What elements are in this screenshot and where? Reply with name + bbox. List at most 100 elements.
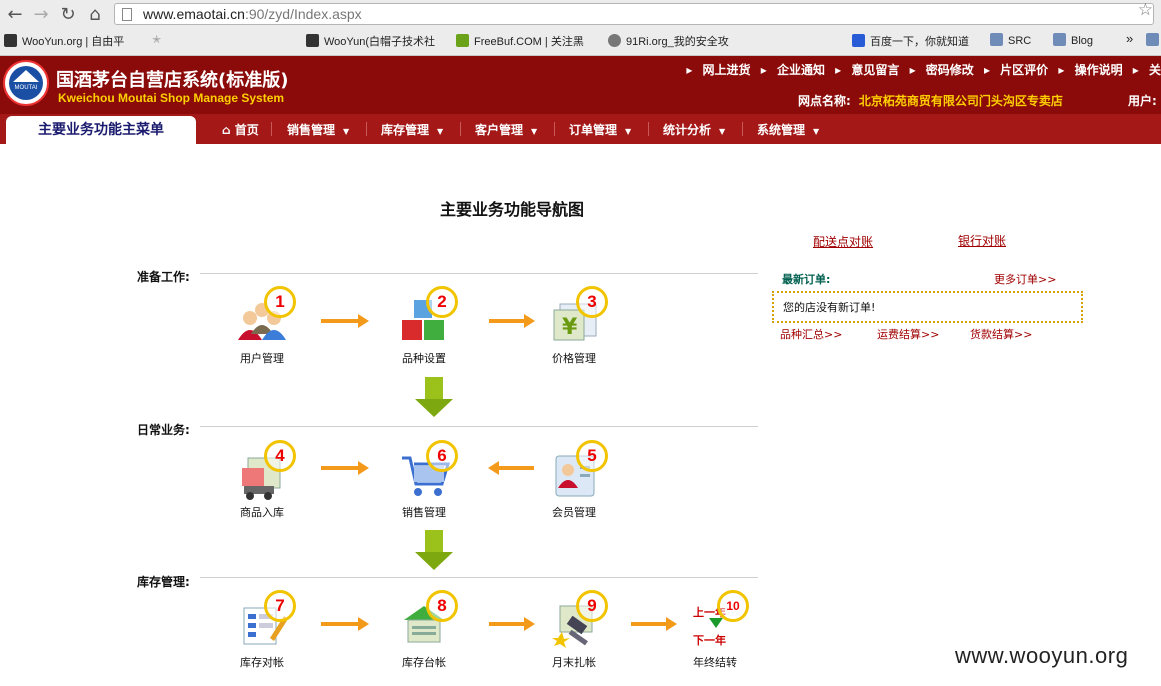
node-user-management[interactable]: 1 用户管理 (222, 286, 302, 366)
user-label: 用户: (1128, 94, 1157, 108)
section-label-daily: 日常业务: (137, 423, 190, 437)
chevron-down-icon: ▼ (531, 127, 538, 136)
flow-arrow-left (488, 461, 534, 475)
payment-settlement-link[interactable]: 货款结算>> (970, 326, 1032, 342)
divider (200, 577, 758, 578)
bookmark-favicon-icon (306, 34, 319, 47)
freight-settlement-link[interactable]: 运费结算>> (877, 326, 939, 342)
menu-customers[interactable]: 客户管理 ▼ (475, 121, 537, 138)
node-member-management[interactable]: 5 会员管理 (534, 440, 614, 520)
chevron-down-icon: ▼ (719, 127, 726, 136)
flow-arrow-right (489, 314, 535, 328)
folder-icon (990, 33, 1003, 46)
latest-orders-title: 最新订单: (782, 273, 831, 286)
node-goods-inbound[interactable]: 4 商品入库 (222, 440, 302, 520)
page-title: 主要业务功能导航图 (440, 200, 585, 219)
page-icon (122, 8, 132, 21)
bookmarks-overflow-icon[interactable]: » (1126, 31, 1142, 49)
section-label-preparation: 准备工作: (137, 270, 190, 284)
bank-reconcile-link[interactable]: 银行对账 (958, 232, 1006, 249)
flow-arrow-down (415, 530, 453, 570)
node-price-management[interactable]: ¥ 3 价格管理 (534, 286, 614, 366)
year-transfer-icon: 上一年 下一年 10 (685, 590, 749, 652)
flow-arrow-right (631, 617, 677, 631)
step-badge: 9 (576, 590, 608, 622)
flow-arrow-right (489, 617, 535, 631)
chevron-down-icon: ▼ (437, 127, 444, 136)
menu-sales[interactable]: 销售管理 ▼ (287, 121, 349, 138)
reload-icon[interactable]: ↻ (57, 4, 79, 25)
delivery-reconcile-link[interactable]: 配送点对账 (813, 233, 873, 250)
divider (200, 273, 758, 274)
node-sales-management[interactable]: 6 销售管理 (384, 440, 464, 520)
main-menu-bar: 主要业务功能主菜单 ⌂ 首页 销售管理 ▼ 库存管理 ▼ 客户管理 ▼ 订单管理 ▼ 统… (0, 114, 1161, 144)
station-name: 北京柘苑商贸有限公司门头沟区专卖店 (858, 94, 1063, 108)
bookmark-item[interactable]: 百度一下，你就知道 (852, 33, 980, 51)
bookmark-item[interactable]: WooYun.org | 自由平 (4, 33, 144, 51)
node-stock-reconcile[interactable]: 7 库存对帐 (222, 590, 302, 670)
station-info: 网点名称: 北京柘苑商贸有限公司门头沟区专卖店 (798, 94, 1063, 108)
folder-icon (1053, 33, 1066, 46)
step-badge: 8 (426, 590, 458, 622)
year-next-text: 下一年 (693, 634, 726, 647)
top-link-purchase[interactable]: ▸ 网上进货 (686, 63, 750, 77)
menu-inventory[interactable]: 库存管理 ▼ (381, 121, 443, 138)
menu-orders[interactable]: 订单管理 ▼ (569, 121, 631, 138)
menu-statistics[interactable]: 统计分析 ▼ (663, 121, 725, 138)
arrow-down-icon (709, 618, 723, 628)
step-badge: 2 (426, 286, 458, 318)
bookmark-item[interactable]: 91Ri.org_我的安全攻 (608, 33, 748, 51)
node-month-close[interactable]: 9 月末扎帐 (534, 590, 614, 670)
top-link-help[interactable]: ▸ 操作说明 (1058, 63, 1122, 77)
step-badge: 7 (264, 590, 296, 622)
bookmark-item[interactable]: FreeBuf.COM | 关注黑 (456, 33, 596, 51)
system-title: 国酒茅台自营店系统(标准版) (56, 70, 289, 91)
bookmark-folder-src[interactable]: SRC (990, 33, 1050, 51)
bookmark-star-icon[interactable]: ☆ (1138, 0, 1153, 20)
system-title-en: Kweichou Moutai Shop Manage System (58, 91, 285, 105)
top-link-notice[interactable]: ▸ 企业通知 (761, 63, 825, 77)
top-links: ▸ 网上进货 ▸ 企业通知 ▸ 意见留言 ▸ 密码修改 ▸ 片区评价 ▸ 操作说… (680, 61, 1161, 78)
chevron-down-icon: ▼ (813, 127, 820, 136)
latest-orders-box: 您的店没有新订单! (772, 291, 1083, 323)
chevron-down-icon: ▼ (343, 127, 350, 136)
browser-chrome: ← → ↻ ⌂ www.emaotai.cn:90/zyd/Index.aspx… (0, 0, 1161, 80)
url-text: www.emaotai.cn:90/zyd/Index.aspx (143, 6, 362, 22)
bookmarks-bar: WooYun.org | 自由平 ✭ WooYun(白帽子技术社 FreeBuf… (0, 30, 1161, 80)
node-stock-ledger[interactable]: 8 库存台帐 (384, 590, 464, 670)
svg-text:¥: ¥ (562, 315, 578, 340)
main-menu-tab[interactable]: 主要业务功能主菜单 (6, 116, 196, 144)
top-link-feedback[interactable]: ▸ 意见留言 (835, 63, 899, 77)
variety-summary-link[interactable]: 品种汇总>> (780, 326, 842, 342)
menu-system[interactable]: 系统管理 ▼ (757, 121, 819, 138)
node-year-end-transfer[interactable]: 上一年 下一年 10 年终结转 (675, 590, 755, 670)
bookmark-star-icon: ✭ (152, 34, 162, 46)
more-orders-link[interactable]: 更多订单>> (994, 271, 1056, 287)
moutai-logo: MOUTAI (3, 60, 49, 106)
step-badge: 1 (264, 286, 296, 318)
address-bar[interactable]: www.emaotai.cn:90/zyd/Index.aspx (114, 3, 1154, 25)
site-header: MOUTAI 国酒茅台自营店系统(标准版) Kweichou Moutai Sh… (0, 56, 1161, 114)
bookmark-favicon-icon (608, 34, 621, 47)
home-icon[interactable]: ⌂ (84, 4, 106, 25)
top-link-close[interactable]: ▸ 关 (1133, 63, 1161, 77)
back-icon[interactable]: ← (4, 4, 26, 25)
menu-home[interactable]: ⌂ 首页 (222, 121, 259, 138)
step-badge: 4 (264, 440, 296, 472)
node-variety-settings[interactable]: 2 品种设置 (384, 286, 464, 366)
top-link-password[interactable]: ▸ 密码修改 (910, 63, 974, 77)
bookmark-folder[interactable] (1146, 33, 1160, 51)
bookmark-favicon-icon (456, 34, 469, 47)
step-badge: 6 (426, 440, 458, 472)
forward-icon[interactable]: → (30, 4, 52, 25)
chevron-down-icon: ▼ (625, 127, 632, 136)
home-icon: ⌂ (222, 123, 231, 137)
divider (200, 426, 758, 427)
section-label-stock: 库存管理: (137, 575, 190, 589)
top-link-rating[interactable]: ▸ 片区评价 (984, 63, 1048, 77)
bookmark-item[interactable]: WooYun(白帽子技术社 (306, 33, 444, 51)
bookmark-folder-blog[interactable]: Blog (1053, 33, 1113, 51)
step-badge: 5 (576, 440, 608, 472)
flow-arrow-right (321, 617, 369, 631)
no-orders-message: 您的店没有新订单! (783, 301, 876, 314)
